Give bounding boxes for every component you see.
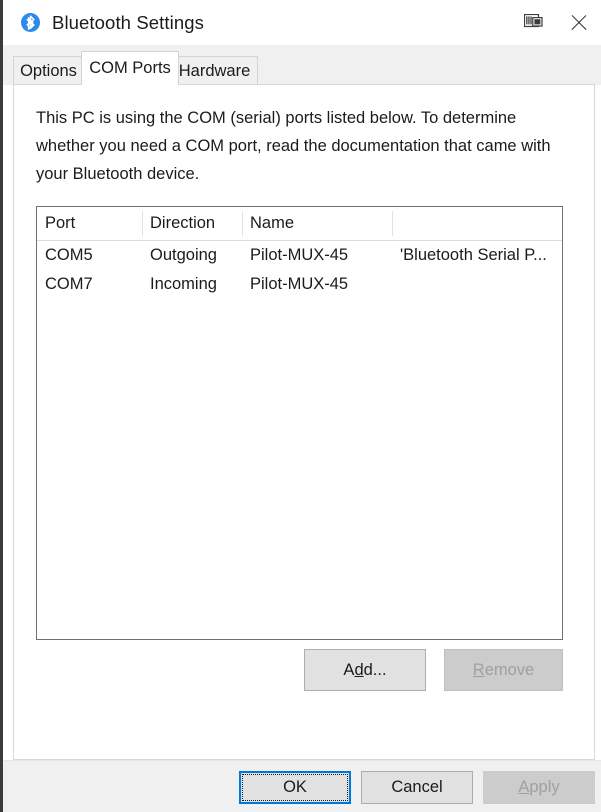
close-button[interactable]	[555, 0, 601, 45]
cell-name: Pilot-MUX-45	[250, 246, 349, 264]
apply-button-label: Apply	[518, 778, 560, 796]
cell-extra	[392, 270, 562, 299]
list-header-row: Port Direction Name	[37, 207, 562, 241]
table-row[interactable]: COM7 Incoming Pilot-MUX-45	[37, 270, 562, 299]
ok-button[interactable]: OK	[239, 771, 351, 804]
table-row[interactable]: COM5 Outgoing Pilot-MUX-45 'Bluetooth Se…	[37, 241, 562, 270]
tab-com-ports-label: COM Ports	[89, 59, 171, 77]
com-ports-list[interactable]: Port Direction Name COM5 Outgoing Pilot-…	[36, 206, 563, 640]
add-button[interactable]: Add...	[304, 649, 426, 691]
cell-extra: 'Bluetooth Serial P...	[400, 246, 547, 264]
tab-com-ports[interactable]: COM Ports	[81, 51, 179, 85]
cell-direction: Incoming	[150, 275, 217, 293]
title-bar: Bluetooth Settings	[3, 0, 601, 45]
ok-button-label: OK	[283, 778, 307, 796]
cell-direction: Outgoing	[150, 246, 217, 264]
tab-hardware[interactable]: Hardware	[171, 56, 258, 85]
cancel-button[interactable]: Cancel	[361, 771, 473, 804]
bluetooth-icon	[21, 13, 40, 32]
description-text: This PC is using the COM (serial) ports …	[36, 109, 551, 183]
column-header-extra[interactable]	[392, 207, 562, 240]
window-title: Bluetooth Settings	[52, 11, 204, 33]
cell-name: Pilot-MUX-45	[250, 275, 349, 293]
close-icon	[570, 14, 587, 31]
remove-button-label: Remove	[472, 660, 535, 679]
tab-hardware-label: Hardware	[178, 61, 251, 80]
tab-options[interactable]: Options	[13, 56, 84, 85]
tab-strip: Options COM Ports Hardware	[3, 45, 601, 85]
cell-port: COM5	[45, 246, 93, 264]
cancel-button-label: Cancel	[391, 778, 443, 796]
add-button-label: Add...	[343, 660, 387, 679]
apply-button[interactable]: Apply	[483, 771, 595, 804]
column-header-direction[interactable]: Direction	[142, 207, 242, 240]
cell-port: COM7	[45, 275, 93, 293]
bluetooth-settings-dialog: Bluetooth Settings Options COM Ports Har…	[0, 0, 601, 812]
context-help-icon[interactable]	[511, 0, 555, 45]
column-header-port[interactable]: Port	[37, 207, 142, 240]
remove-button[interactable]: Remove	[444, 649, 563, 691]
tab-content-panel: This PC is using the COM (serial) ports …	[13, 84, 595, 760]
dialog-command-bar: OK Cancel Apply	[3, 760, 601, 812]
column-header-name[interactable]: Name	[242, 207, 392, 240]
tab-options-label: Options	[20, 61, 77, 80]
